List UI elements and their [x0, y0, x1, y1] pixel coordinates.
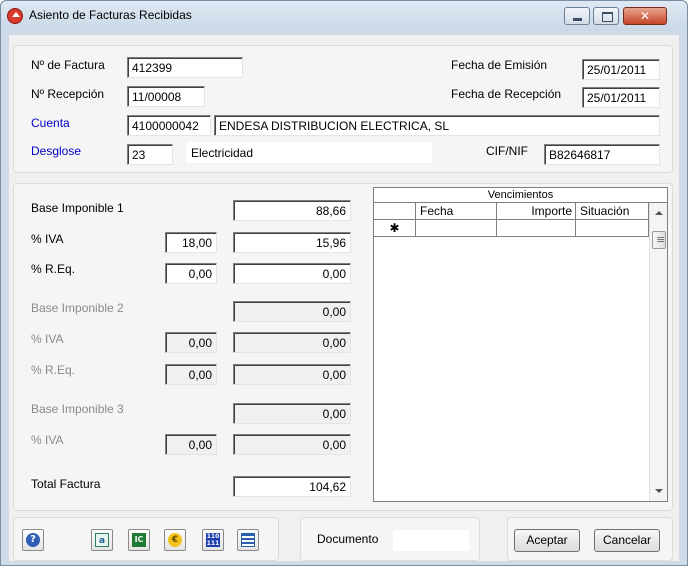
new-row-situacion-cell[interactable]	[576, 220, 649, 237]
cuenta-link[interactable]: Cuenta	[31, 116, 70, 130]
desglose-code-input[interactable]: 23	[127, 144, 173, 165]
iva3-value-input[interactable]: 0,00	[233, 434, 351, 455]
desglose-link[interactable]: Desglose	[31, 144, 81, 158]
close-button[interactable]: ✕	[623, 7, 667, 25]
column-header-importe[interactable]: Importe	[497, 203, 576, 220]
app-icon	[7, 8, 23, 24]
documento-panel: Documento	[300, 517, 480, 561]
help-icon: ?	[26, 533, 40, 547]
a-button[interactable]: a	[91, 529, 113, 551]
factura-label: Nº de Factura	[31, 58, 105, 72]
recepcion-label: Nº Recepción	[31, 87, 105, 101]
desglose-name-field: Electricidad	[186, 142, 432, 163]
client-area: Nº de Factura 412399 Nº Recepción 11/000…	[9, 35, 679, 561]
list-button[interactable]	[237, 529, 259, 551]
documento-label: Documento	[317, 532, 379, 546]
iva2-value-input[interactable]: 0,00	[233, 332, 351, 353]
aceptar-button[interactable]: Aceptar	[514, 529, 580, 552]
iva2-pct-input[interactable]: 0,00	[165, 332, 217, 353]
total-label: Total Factura	[31, 477, 101, 491]
window-title: Asiento de Facturas Recibidas	[29, 8, 192, 22]
factura-input[interactable]: 412399	[127, 57, 243, 78]
fecha-recepcion-label: Fecha de Recepción	[451, 87, 562, 101]
row-selector-header	[374, 203, 416, 220]
cuenta-code-input[interactable]: 4100000042	[127, 115, 211, 136]
scroll-down-icon[interactable]	[655, 489, 663, 493]
iva1-pct-input[interactable]: 18,00	[165, 232, 217, 253]
header-panel: Nº de Factura 412399 Nº Recepción 11/000…	[13, 45, 673, 173]
iva1-value-input[interactable]: 15,96	[233, 232, 351, 253]
help-button[interactable]: ?	[22, 529, 44, 551]
vencimientos-caption: Vencimientos	[374, 188, 667, 203]
ic-button[interactable]: IC	[128, 529, 150, 551]
iva2-label: % IVA	[31, 332, 64, 346]
cancelar-button[interactable]: Cancelar	[594, 529, 660, 552]
column-header-situacion[interactable]: Situación	[576, 203, 649, 220]
cif-label: CIF/NIF	[486, 144, 528, 158]
base1-input[interactable]: 88,66	[233, 200, 351, 221]
close-icon: ✕	[639, 9, 651, 23]
total-input[interactable]: 104,62	[233, 476, 351, 497]
base3-input[interactable]: 0,00	[233, 403, 351, 424]
column-header-fecha[interactable]: Fecha	[416, 203, 497, 220]
list-icon	[241, 533, 255, 547]
cuenta-name-input[interactable]: ENDESA DISTRIBUCION ELECTRICA, SL	[214, 115, 660, 136]
iva3-label: % IVA	[31, 433, 64, 447]
invoice-window: Asiento de Facturas Recibidas ✕ Nº de Fa…	[0, 0, 688, 566]
req1-pct-input[interactable]: 0,00	[165, 263, 217, 284]
vencimientos-grid[interactable]: Vencimientos Fecha Importe Situación ✱	[373, 187, 668, 502]
base1-label: Base Imponible 1	[31, 201, 124, 215]
recepcion-input[interactable]: 11/00008	[127, 86, 205, 107]
req2-pct-input[interactable]: 0,00	[165, 364, 217, 385]
new-row-marker-icon: ✱	[374, 220, 416, 237]
scroll-thumb[interactable]	[652, 231, 666, 249]
ic-icon: IC	[132, 533, 146, 547]
base3-label: Base Imponible 3	[31, 402, 124, 416]
base2-input[interactable]: 0,00	[233, 301, 351, 322]
new-row-importe-cell[interactable]	[497, 220, 576, 237]
emision-label: Fecha de Emisión	[451, 58, 548, 72]
req2-label: % R.Eq.	[31, 363, 76, 377]
base2-label: Base Imponible 2	[31, 301, 124, 315]
documento-input[interactable]	[393, 530, 469, 551]
emision-input[interactable]: 25/01/2011	[582, 59, 660, 80]
a-icon: a	[95, 533, 109, 547]
euro-icon: €	[168, 533, 182, 547]
minimize-button[interactable]	[564, 7, 590, 25]
iva3-pct-input[interactable]: 0,00	[165, 434, 217, 455]
req1-value-input[interactable]: 0,00	[233, 263, 351, 284]
req2-value-input[interactable]: 0,00	[233, 364, 351, 385]
iva1-label: % IVA	[31, 232, 64, 246]
req1-label: % R.Eq.	[31, 262, 76, 276]
title-bar: Asiento de Facturas Recibidas ✕	[1, 1, 687, 31]
scroll-up-icon[interactable]	[655, 211, 663, 215]
cif-input[interactable]: B82646817	[544, 144, 660, 165]
grid-scrollbar[interactable]	[649, 203, 667, 501]
fecha-recepcion-input[interactable]: 25/01/2011	[582, 87, 660, 108]
binary-button[interactable]: 110 111	[202, 529, 224, 551]
euro-button[interactable]: €	[164, 529, 186, 551]
maximize-button[interactable]	[593, 7, 619, 25]
binary-icon: 110 111	[206, 533, 220, 547]
new-row-fecha-cell[interactable]	[416, 220, 497, 237]
